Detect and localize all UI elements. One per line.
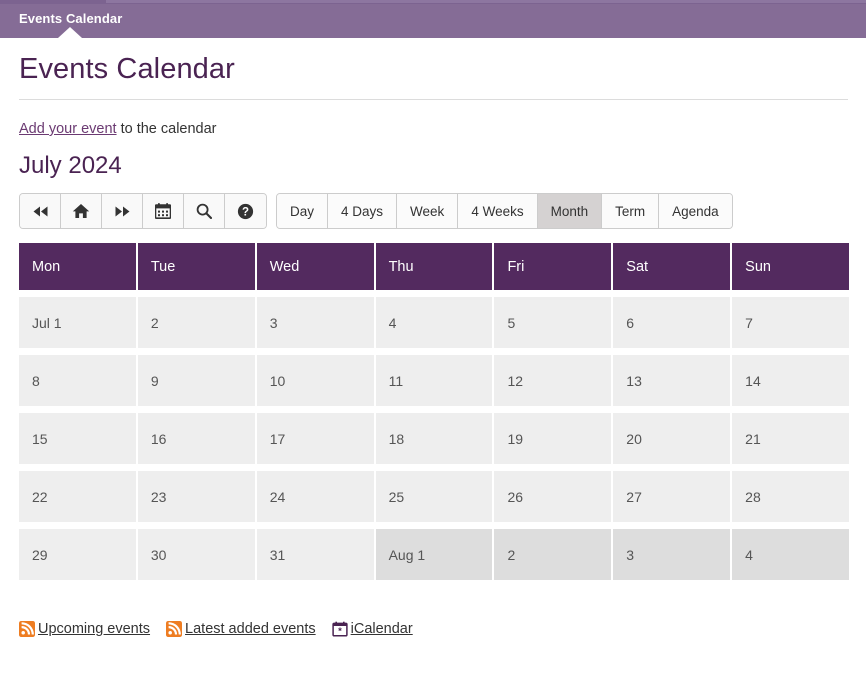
calendar-day-cell[interactable]: 9	[137, 355, 257, 406]
rss-icon	[19, 621, 35, 637]
calendar-feed-links: Upcoming events Latest added events * iC…	[19, 621, 429, 637]
calendar-day-cell[interactable]: 12	[494, 355, 614, 406]
previous-button[interactable]	[20, 194, 61, 228]
svg-text:*: *	[338, 626, 342, 637]
calendar-day-cell[interactable]: 31	[256, 529, 376, 580]
help-button[interactable]: ?	[225, 194, 266, 228]
calendar-day-cell[interactable]: 10	[256, 355, 376, 406]
calendar-day-cell[interactable]: 4	[732, 529, 850, 580]
calendar-day-cell[interactable]: 4	[375, 297, 495, 348]
view-button-day[interactable]: Day	[277, 194, 329, 228]
day-header-mon: Mon	[19, 243, 138, 290]
next-button[interactable]	[102, 194, 143, 228]
calendar-day-cell[interactable]: 3	[613, 529, 733, 580]
day-header-thu: Thu	[375, 243, 495, 290]
calendar-day-cell[interactable]: 17	[256, 413, 376, 464]
calendar-week-row: 15 16 17 18 19 20 21	[19, 413, 850, 464]
calendar-day-cell[interactable]: 26	[494, 471, 614, 522]
home-button[interactable]	[61, 194, 102, 228]
calendar-day-cell[interactable]: 13	[613, 355, 733, 406]
calendar-day-cell[interactable]: 3	[256, 297, 376, 348]
date-picker-button[interactable]	[143, 194, 184, 228]
fast-forward-icon	[114, 205, 131, 218]
day-header-tue: Tue	[137, 243, 257, 290]
calendar-week-row: 8 9 10 11 12 13 14	[19, 355, 850, 406]
calendar-week-row: 22 23 24 25 26 27 28	[19, 471, 850, 522]
fast-backward-icon	[32, 205, 49, 218]
view-button-4-weeks[interactable]: 4 Weeks	[458, 194, 538, 228]
calendar-day-cell[interactable]: 22	[19, 471, 138, 522]
calendar-day-cell[interactable]: 19	[494, 413, 614, 464]
calendar-day-cell[interactable]: 2	[137, 297, 257, 348]
help-circle-icon: ?	[237, 203, 254, 220]
calendar-day-cell[interactable]: 8	[19, 355, 138, 406]
calendar-day-cell[interactable]: 21	[732, 413, 850, 464]
month-title: July 2024	[19, 152, 122, 179]
calendar-day-cell[interactable]: 29	[19, 529, 138, 580]
calendar-day-cell[interactable]: 18	[375, 413, 495, 464]
calendar-day-cell[interactable]: 14	[732, 355, 850, 406]
day-header-sat: Sat	[613, 243, 733, 290]
ical-calendar-icon: *	[331, 621, 348, 637]
active-tab-label[interactable]: Events Calendar	[19, 11, 122, 26]
day-header-sun: Sun	[732, 243, 850, 290]
calendar-day-cell[interactable]: 27	[613, 471, 733, 522]
calendar-view-toolbar: Day 4 Days Week 4 Weeks Month Term Agend…	[276, 193, 733, 229]
calendar-day-cell[interactable]: 30	[137, 529, 257, 580]
upcoming-events-label: Upcoming events	[38, 621, 151, 637]
day-header-wed: Wed	[256, 243, 376, 290]
add-event-line: Add your event to the calendar	[19, 121, 217, 137]
calendar-header-row: Mon Tue Wed Thu Fri Sat Sun	[19, 243, 850, 290]
search-icon	[196, 203, 212, 219]
view-button-term[interactable]: Term	[602, 194, 660, 228]
rss-icon	[166, 621, 183, 637]
latest-added-events-label: Latest added events	[185, 621, 316, 637]
page-title: Events Calendar	[19, 53, 235, 85]
day-header-fri: Fri	[494, 243, 614, 290]
add-event-suffix: to the calendar	[116, 121, 217, 137]
svg-text:?: ?	[242, 206, 249, 218]
calendar-day-cell[interactable]: 25	[375, 471, 495, 522]
calendar-day-cell[interactable]: Aug 1	[375, 529, 495, 580]
calendar-day-cell[interactable]: 20	[613, 413, 733, 464]
upcoming-events-link[interactable]: Upcoming events	[19, 621, 150, 637]
calendar-week-row: 29 30 31 Aug 1 2 3 4	[19, 529, 850, 580]
active-tab-notch	[58, 27, 82, 38]
icalendar-label: iCalendar	[350, 621, 413, 637]
calendar-day-cell[interactable]: 7	[732, 297, 850, 348]
calendar-day-cell[interactable]: 16	[137, 413, 257, 464]
icalendar-link[interactable]: * iCalendar	[331, 621, 413, 637]
latest-added-events-link[interactable]: Latest added events	[166, 621, 316, 637]
calendar-day-cell[interactable]: 5	[494, 297, 614, 348]
calendar-navigation-toolbar: ?	[19, 193, 267, 229]
topbar-top-edge-highlight	[106, 0, 866, 3]
calendar-day-cell[interactable]: 11	[375, 355, 495, 406]
title-divider	[19, 99, 848, 100]
search-button[interactable]	[184, 194, 225, 228]
calendar-day-cell[interactable]: 23	[137, 471, 257, 522]
add-your-event-link[interactable]: Add your event	[19, 121, 117, 137]
calendar-day-cell[interactable]: 15	[19, 413, 138, 464]
view-button-agenda[interactable]: Agenda	[659, 194, 732, 228]
calendar-day-cell[interactable]: 6	[613, 297, 733, 348]
calendar-icon	[155, 203, 171, 219]
view-button-week[interactable]: Week	[397, 194, 459, 228]
top-navigation-bar: Events Calendar	[0, 0, 866, 38]
calendar-day-cell[interactable]: 28	[732, 471, 850, 522]
calendar-day-cell[interactable]: 2	[494, 529, 614, 580]
calendar-week-row: Jul 1 2 3 4 5 6 7	[19, 297, 850, 348]
calendar-day-cell[interactable]: 24	[256, 471, 376, 522]
view-button-month[interactable]: Month	[537, 194, 603, 228]
home-icon	[72, 203, 90, 219]
month-calendar-grid: Mon Tue Wed Thu Fri Sat Sun Jul 1 2 3 4 …	[19, 243, 850, 580]
view-button-4-days[interactable]: 4 Days	[328, 194, 398, 228]
calendar-day-cell[interactable]: Jul 1	[19, 297, 138, 348]
